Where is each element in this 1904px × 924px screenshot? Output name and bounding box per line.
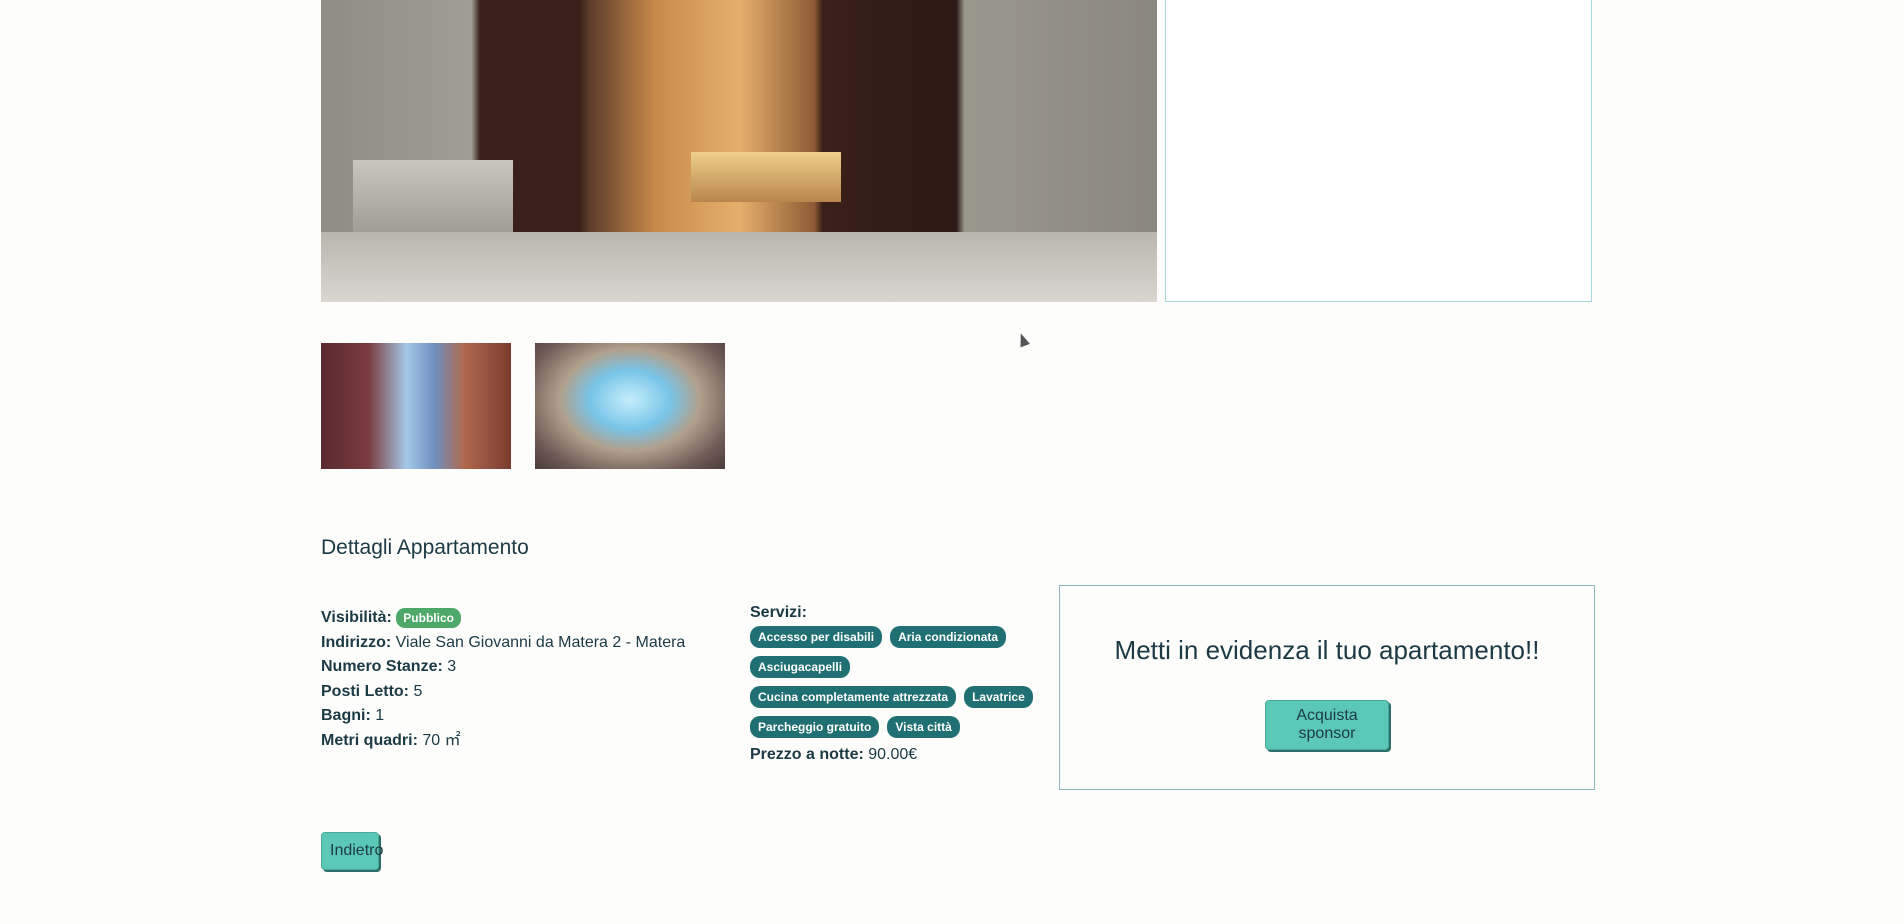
price-label: Prezzo a notte: (750, 746, 864, 763)
visibility-badge: Pubblico (396, 607, 461, 628)
cobblestone-ground (321, 232, 1157, 302)
services-section: Servizi: Accesso per disabili Aria condi… (750, 602, 1050, 766)
mouse-cursor-icon (1016, 331, 1030, 348)
sqm-value: 70 ㎡ (422, 731, 461, 749)
address-label: Indirizzo: (321, 633, 392, 651)
services-list: Accesso per disabili Aria condizionata A… (750, 626, 1050, 738)
service-chip: Aria condizionata (890, 626, 1007, 648)
service-chip: Asciugacapelli (750, 656, 851, 678)
sqm-label: Metri quadri: (321, 731, 418, 749)
map-panel (1165, 0, 1592, 302)
sponsor-panel: Metti in evidenza il tuo apartamento!! A… (1059, 585, 1595, 790)
price-row: Prezzo a notte: 90.00€ (750, 744, 1050, 766)
baths-row: Bagni: 1 (321, 704, 741, 729)
rooms-label: Numero Stanze: (321, 658, 443, 676)
rooms-value: 3 (447, 658, 457, 676)
visibility-label: Visibilità: (321, 609, 392, 626)
section-title: Dettagli Appartamento (321, 536, 529, 559)
lit-floor (691, 152, 841, 202)
service-chip: Vista città (887, 716, 960, 738)
service-chip: Cucina completamente attrezzata (750, 686, 957, 708)
address-value: Viale San Giovanni da Matera 2 - Matera (395, 633, 686, 651)
apartment-details: Visibilità: Pubblico Indirizzo: Viale Sa… (321, 606, 741, 754)
sqm-row: Metri quadri: 70 ㎡ (321, 729, 741, 754)
beds-value: 5 (413, 682, 423, 700)
back-button[interactable]: Indietro (321, 832, 383, 870)
beds-row: Posti Letto: 5 (321, 680, 741, 705)
thumbnail-pool[interactable] (535, 343, 725, 469)
services-label: Servizi: (750, 604, 807, 621)
address-row: Indirizzo: Viale San Giovanni da Matera … (321, 631, 741, 656)
sponsor-title: Metti in evidenza il tuo apartamento!! (1114, 635, 1540, 665)
price-value: 90.00€ (868, 746, 918, 763)
service-chip: Parcheggio gratuito (750, 716, 880, 738)
service-chip: Lavatrice (964, 686, 1033, 708)
thumbnail-stairs[interactable] (321, 343, 511, 469)
rooms-row: Numero Stanze: 3 (321, 655, 741, 680)
stone-bench (353, 160, 513, 240)
baths-value: 1 (375, 707, 385, 725)
visibility-row: Visibilità: Pubblico (321, 606, 741, 631)
apartment-main-photo (321, 0, 1157, 302)
buy-sponsor-button[interactable]: Acquista sponsor (1265, 700, 1389, 750)
beds-label: Posti Letto: (321, 682, 409, 700)
baths-label: Bagni: (321, 707, 371, 725)
service-chip: Accesso per disabili (750, 626, 883, 648)
